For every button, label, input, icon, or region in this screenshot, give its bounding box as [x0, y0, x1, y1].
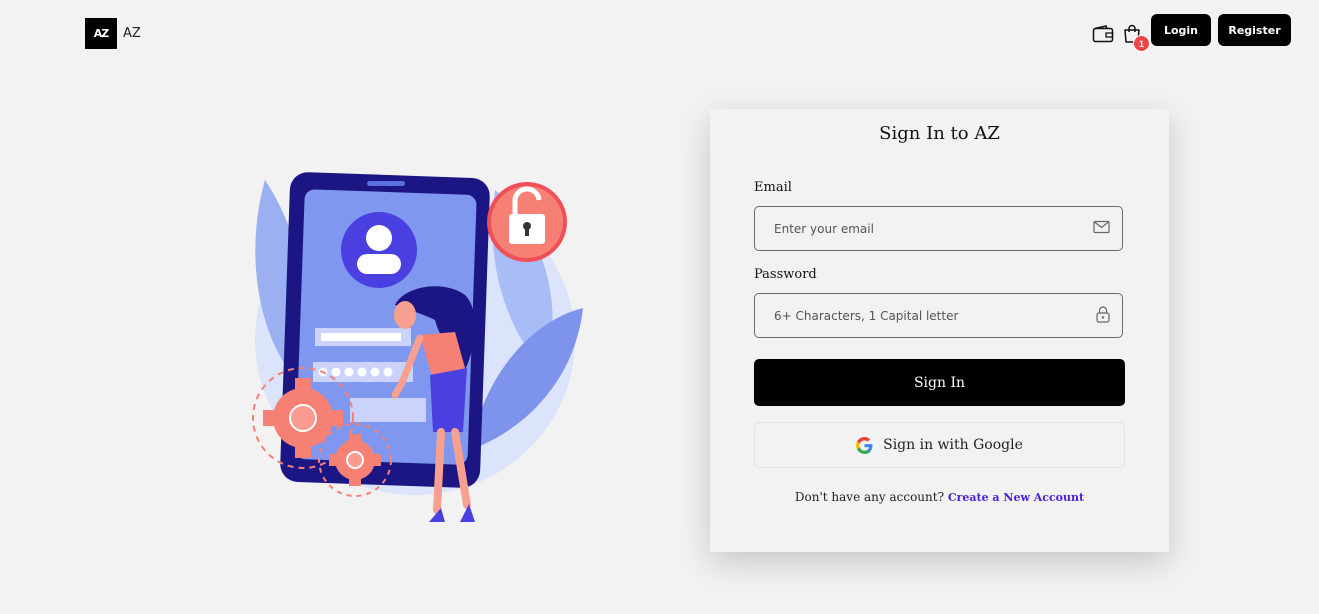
register-button[interactable]: Register — [1218, 14, 1291, 46]
login-button[interactable]: Login — [1151, 14, 1211, 46]
password-label: Password — [754, 267, 817, 282]
email-input[interactable] — [774, 207, 1074, 250]
google-sign-in-button[interactable]: Sign in with Google — [754, 422, 1125, 468]
brand-name[interactable]: AZ — [123, 26, 141, 41]
signin-card: Sign In to AZ Email Password Sign In Sig… — [710, 109, 1169, 552]
email-label: Email — [754, 180, 792, 195]
logo[interactable]: AZ — [85, 18, 117, 49]
password-field-wrapper — [754, 293, 1123, 338]
no-account-text: Don't have any account? — [794, 490, 945, 504]
sign-in-button[interactable]: Sign In — [754, 359, 1125, 406]
lock-icon — [1096, 306, 1110, 328]
cart-count-badge: 1 — [1133, 35, 1150, 52]
password-input[interactable] — [774, 294, 1074, 337]
create-account-prompt: Don't have any account? Create a New Acc… — [710, 490, 1169, 504]
mail-icon — [1093, 220, 1110, 239]
google-sign-in-label: Sign in with Google — [883, 437, 1023, 453]
signin-title: Sign In to AZ — [879, 123, 1000, 144]
wallet-icon[interactable] — [1091, 22, 1115, 46]
login-illustration — [252, 172, 583, 522]
create-account-link[interactable]: Create a New Account — [948, 491, 1084, 504]
email-field-wrapper — [754, 206, 1123, 251]
google-icon — [856, 436, 873, 454]
